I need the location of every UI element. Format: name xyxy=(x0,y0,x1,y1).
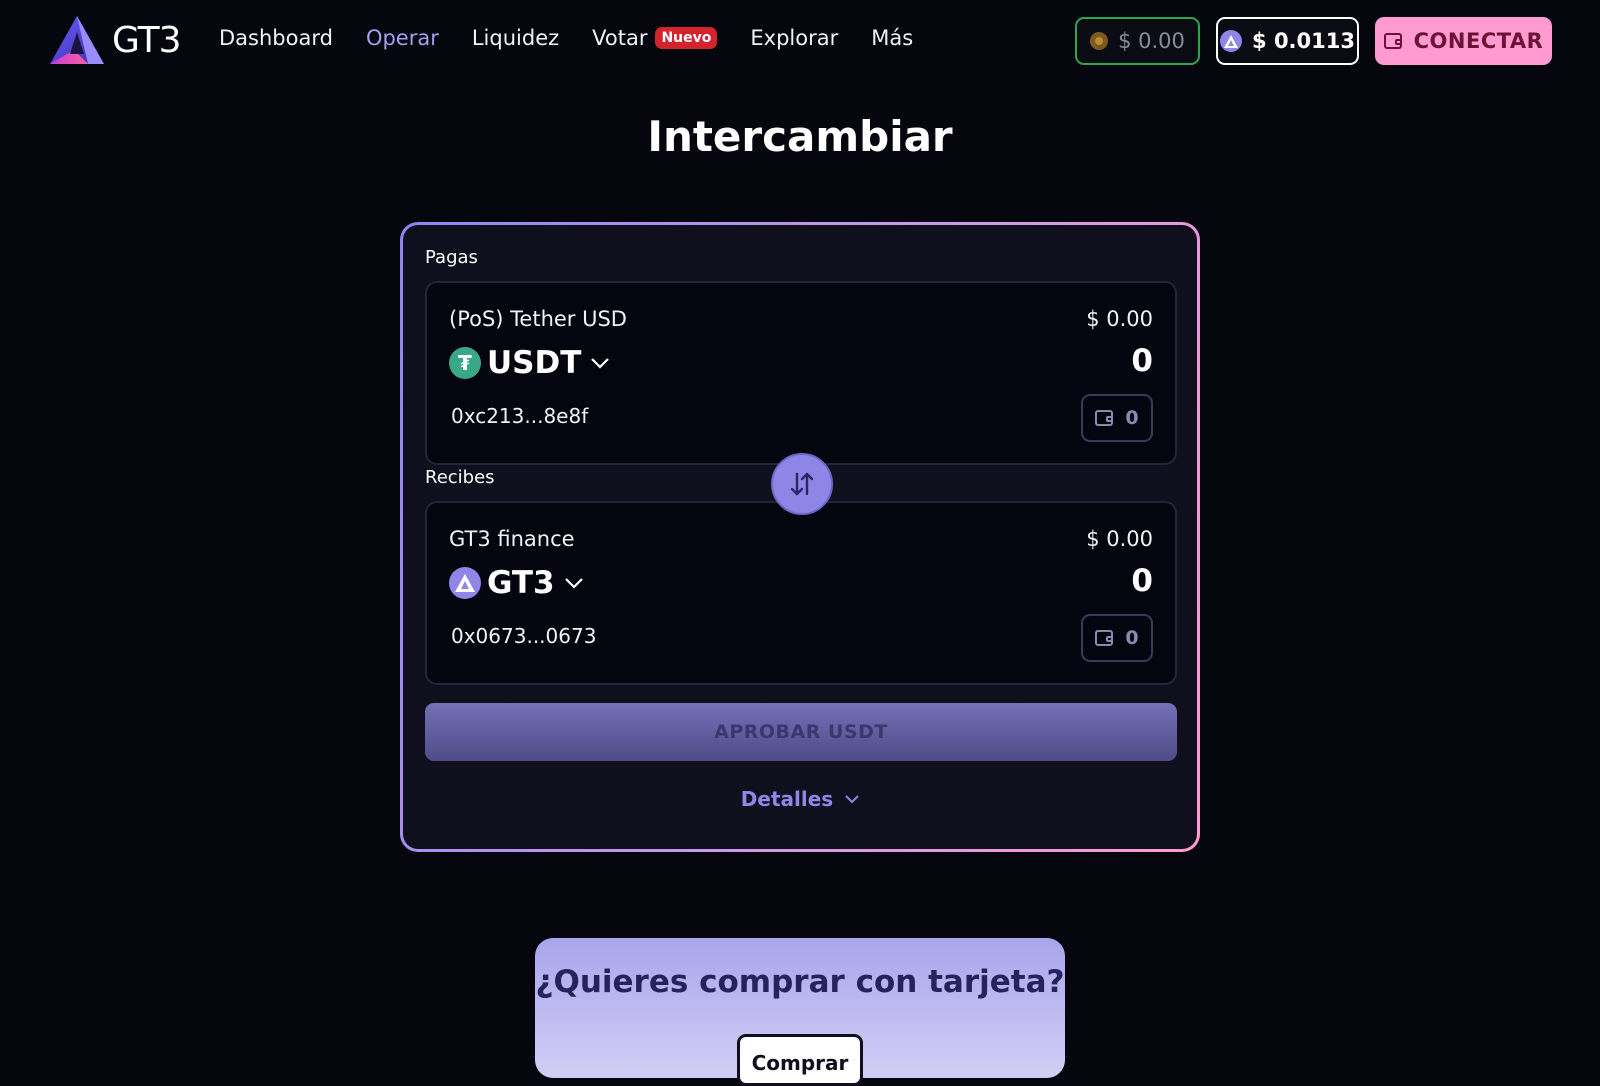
pay-token-address[interactable]: 0xc213...8e8f xyxy=(451,404,588,428)
receive-token-panel: GT3 finance $ 0.00 GT3 0 0x0673...0673 0 xyxy=(425,501,1177,685)
receive-amount-input[interactable]: 0 xyxy=(953,563,1153,599)
coin-icon xyxy=(1090,32,1109,50)
gt3-price-value: $ 0.0113 xyxy=(1252,29,1355,53)
gt3-price-button[interactable]: $ 0.0113 xyxy=(1216,17,1359,65)
page-title: Intercambiar xyxy=(647,112,953,161)
pay-token-name: (PoS) Tether USD xyxy=(449,307,627,331)
pay-wallet-balance: 0 xyxy=(1125,407,1139,429)
nav-item-mas[interactable]: Más xyxy=(871,26,913,50)
buy-with-card-promo: ¿Quieres comprar con tarjeta? Comprar xyxy=(535,938,1065,1086)
pay-token-selector[interactable]: ₮ USDT xyxy=(449,345,610,381)
balance-button[interactable]: $ 0.00 xyxy=(1075,17,1200,65)
pay-section-label: Pagas xyxy=(425,247,478,268)
swap-card: Pagas (PoS) Tether USD $ 0.00 ₮ USDT 0 0… xyxy=(400,222,1200,852)
nav-item-votar[interactable]: Votar Nuevo xyxy=(592,26,718,50)
receive-token-name: GT3 finance xyxy=(449,527,575,551)
gt3-logo-icon xyxy=(50,16,104,64)
connect-label: CONECTAR xyxy=(1413,29,1544,53)
nav-item-votar-label: Votar xyxy=(592,26,648,50)
receive-wallet-balance: 0 xyxy=(1125,627,1139,649)
nav-item-operar[interactable]: Operar xyxy=(366,26,439,50)
usdt-icon: ₮ xyxy=(449,347,481,379)
pay-wallet-balance-button[interactable]: 0 xyxy=(1081,394,1153,442)
new-badge: Nuevo xyxy=(655,27,718,49)
swap-arrows-icon xyxy=(790,472,814,496)
wallet-icon xyxy=(1095,410,1114,426)
chevron-down-icon xyxy=(564,578,583,589)
chevron-down-icon xyxy=(845,794,859,803)
wallet-icon xyxy=(1383,33,1402,49)
nav-item-dashboard[interactable]: Dashboard xyxy=(219,26,333,50)
details-toggle[interactable]: Detalles xyxy=(403,787,1197,811)
approve-button[interactable]: APROBAR USDT xyxy=(425,703,1177,761)
promo-title: ¿Quieres comprar con tarjeta? xyxy=(535,964,1065,1000)
swap-card-body: Pagas (PoS) Tether USD $ 0.00 ₮ USDT 0 0… xyxy=(403,225,1197,849)
brand-logo[interactable]: GT3 xyxy=(48,14,182,66)
pay-token-panel: (PoS) Tether USD $ 0.00 ₮ USDT 0 0xc213.… xyxy=(425,281,1177,465)
buy-button[interactable]: Comprar xyxy=(737,1034,863,1086)
connect-wallet-button[interactable]: CONECTAR xyxy=(1375,17,1552,65)
top-navbar: GT3 Dashboard Operar Liquidez Votar Nuev… xyxy=(0,0,1600,82)
receive-token-address[interactable]: 0x0673...0673 xyxy=(451,624,596,648)
details-label: Detalles xyxy=(740,787,834,811)
receive-section-label: Recibes xyxy=(425,467,495,488)
pay-amount-input[interactable]: 0 xyxy=(953,343,1153,379)
brand-name: GT3 xyxy=(112,19,182,61)
nav-item-liquidez[interactable]: Liquidez xyxy=(472,26,559,50)
receive-token-symbol: GT3 xyxy=(487,565,555,601)
nav-item-explorar[interactable]: Explorar xyxy=(750,26,838,50)
receive-token-selector[interactable]: GT3 xyxy=(449,565,583,601)
main-nav: Dashboard Operar Liquidez Votar Nuevo Ex… xyxy=(219,26,946,50)
switch-tokens-button[interactable] xyxy=(771,453,833,515)
chevron-down-icon xyxy=(591,358,610,369)
balance-value: $ 0.00 xyxy=(1118,29,1185,53)
receive-wallet-balance-button[interactable]: 0 xyxy=(1081,614,1153,662)
pay-token-symbol: USDT xyxy=(487,345,582,381)
gt3-token-icon xyxy=(1220,30,1243,52)
receive-usd-value: $ 0.00 xyxy=(1086,527,1153,551)
gt3-icon xyxy=(449,567,481,599)
pay-usd-value: $ 0.00 xyxy=(1086,307,1153,331)
wallet-icon xyxy=(1095,630,1114,646)
